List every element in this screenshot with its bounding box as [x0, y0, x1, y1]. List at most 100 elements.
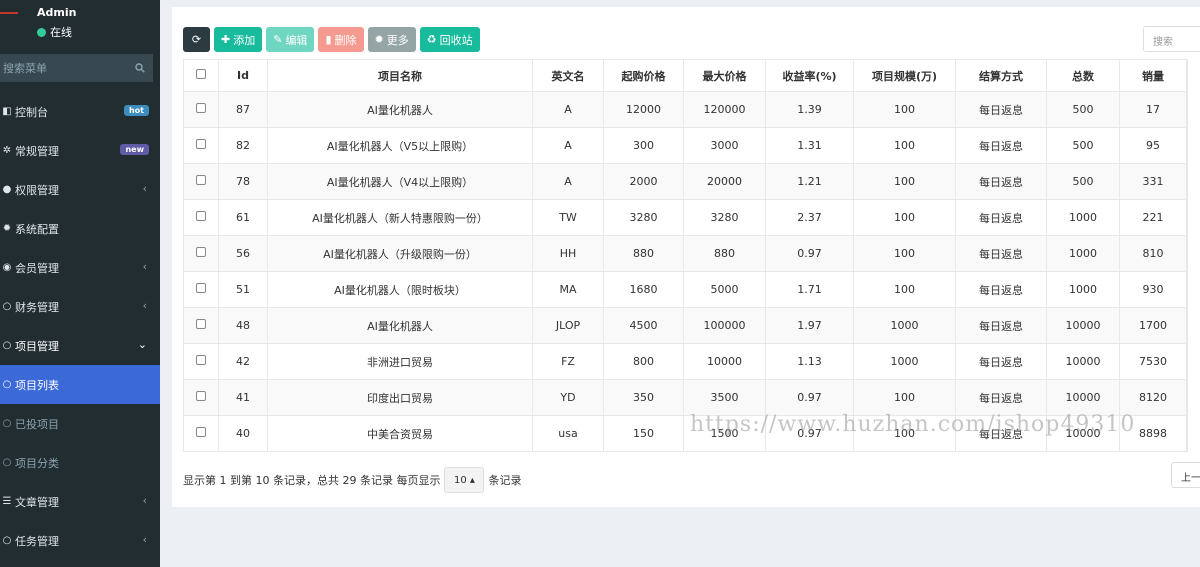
- sidebar-item-project-list[interactable]: ○ 项目列表: [0, 365, 160, 404]
- sidebar-item-general[interactable]: ✲ 常规管理 new: [0, 131, 160, 170]
- sidebar-item-categories[interactable]: ○ 项目分类: [0, 443, 160, 482]
- delete-button[interactable]: ▮ 删除: [318, 27, 364, 52]
- circle-icon: ○: [2, 457, 12, 468]
- table-cell: 880: [683, 235, 766, 272]
- sidebar-item-projects[interactable]: ○ 项目管理 ⌄: [0, 326, 160, 365]
- row-select-cell[interactable]: [183, 415, 219, 452]
- table-row[interactable]: 41 印度出口贸易 YD 350 3500 0.97 100 每日返息 10000 8120: [183, 379, 1188, 416]
- table-cell: 3500: [683, 379, 766, 416]
- refresh-button[interactable]: ⟳: [183, 27, 210, 52]
- more-button[interactable]: ✹ 更多: [367, 27, 416, 52]
- table-row[interactable]: 61 AI量化机器人（新人特惠限购一份） TW 3280 3280 2.37 100 每日返息…: [183, 199, 1188, 236]
- sidebar-item-invested[interactable]: ○ 已投项目: [0, 404, 160, 443]
- table-cell: 3000: [683, 127, 766, 164]
- row-checkbox[interactable]: [196, 103, 206, 113]
- column-header[interactable]: 项目规模(万): [853, 59, 956, 92]
- search-icon[interactable]: [135, 63, 145, 73]
- table-cell-overflow: [1186, 307, 1188, 344]
- table-row[interactable]: 51 AI量化机器人（限时板块） MA 1680 5000 1.71 100 每日返息 1000…: [183, 271, 1188, 308]
- row-select-cell[interactable]: [183, 307, 219, 344]
- row-select-cell[interactable]: [183, 199, 219, 236]
- sidebar-item-members[interactable]: ◉ 会员管理 ‹: [0, 248, 160, 287]
- row-checkbox[interactable]: [196, 355, 206, 365]
- table-cell: 100: [853, 379, 956, 416]
- table-cell-overflow: [1186, 271, 1188, 308]
- sidebar-item-permissions[interactable]: ● 权限管理 ‹: [0, 170, 160, 209]
- table-cell: 每日返息: [955, 199, 1047, 236]
- table-cell: AI量化机器人（新人特惠限购一份）: [267, 199, 533, 236]
- sidebar-item-articles[interactable]: ☰ 文章管理 ‹: [0, 482, 160, 521]
- table-cell: 880: [603, 235, 684, 272]
- table-cell: 非洲进口贸易: [267, 343, 533, 380]
- new-badge: new: [120, 144, 149, 155]
- sidebar-item-finance[interactable]: ○ 财务管理 ‹: [0, 287, 160, 326]
- circle-icon: ○: [2, 379, 12, 390]
- add-button[interactable]: ✚ 添加: [214, 27, 263, 52]
- select-all-checkbox[interactable]: [196, 69, 206, 79]
- table-row[interactable]: 82 AI量化机器人（V5以上限购） A 300 3000 1.31 100 每日返息 500 9…: [183, 127, 1188, 164]
- user-status-text: 在线: [50, 26, 72, 39]
- sidebar-item-tasks[interactable]: ○ 任务管理 ‹: [0, 521, 160, 560]
- sidebar-menu: ◧ 控制台 hot ✲ 常规管理 new ● 权限管理 ‹ ✹ 系统配置 ◉ 会…: [0, 92, 160, 560]
- sidebar-item-label: 任务管理: [15, 534, 59, 548]
- row-select-cell[interactable]: [183, 343, 219, 380]
- table-cell: 1.13: [765, 343, 854, 380]
- table-cell: TW: [532, 199, 604, 236]
- table-row[interactable]: 78 AI量化机器人（V4以上限购） A 2000 20000 1.21 100 每日返息 50…: [183, 163, 1188, 200]
- table-search-input[interactable]: 搜索: [1143, 26, 1200, 52]
- table-cell: AI量化机器人（升级限购一份）: [267, 235, 533, 272]
- row-select-cell[interactable]: [183, 127, 219, 164]
- table-cell: 1000: [1046, 271, 1120, 308]
- circle-icon: ○: [2, 340, 12, 351]
- pagination-info: 显示第 1 到第 10 条记录，总共 29 条记录 每页显示 10 ▴ 条记录: [183, 467, 521, 493]
- column-header[interactable]: 最大价格: [683, 59, 766, 92]
- table-row[interactable]: 42 非洲进口贸易 FZ 800 10000 1.13 1000 每日返息 10000 7530: [183, 343, 1188, 380]
- sidebar-item-system-config[interactable]: ✹ 系统配置: [0, 209, 160, 248]
- row-checkbox[interactable]: [196, 139, 206, 149]
- table-row[interactable]: 87 AI量化机器人 A 12000 120000 1.39 100 每日返息 500 17: [183, 91, 1188, 128]
- row-select-cell[interactable]: [183, 235, 219, 272]
- table-cell: 78: [218, 163, 268, 200]
- row-select-cell[interactable]: [183, 271, 219, 308]
- table-cell: 1.21: [765, 163, 854, 200]
- row-checkbox[interactable]: [196, 175, 206, 185]
- recycle-label: 回收站: [439, 33, 473, 47]
- row-checkbox[interactable]: [196, 391, 206, 401]
- table-cell: 每日返息: [955, 307, 1047, 344]
- edit-label: 编辑: [285, 33, 308, 47]
- row-checkbox[interactable]: [196, 211, 206, 221]
- column-header[interactable]: 结算方式: [955, 59, 1047, 92]
- column-header[interactable]: 项目名称: [267, 59, 533, 92]
- recycle-bin-button[interactable]: ♻ 回收站: [419, 27, 480, 52]
- sidebar-item-label: 项目列表: [15, 378, 59, 392]
- row-checkbox[interactable]: [196, 283, 206, 293]
- column-header[interactable]: 销量: [1119, 59, 1187, 92]
- row-select-cell[interactable]: [183, 379, 219, 416]
- sidebar-search-input[interactable]: 搜索菜单: [0, 54, 153, 82]
- column-header[interactable]: Id: [218, 59, 268, 92]
- row-select-cell[interactable]: [183, 91, 219, 128]
- table-cell: 500: [1046, 91, 1120, 128]
- table-row[interactable]: 56 AI量化机器人（升级限购一份） HH 880 880 0.97 100 每日返息 1000…: [183, 235, 1188, 272]
- records-summary: 显示第 1 到第 10 条记录，总共 29 条记录 每页显示: [183, 474, 441, 487]
- table-cell-overflow: [1186, 127, 1188, 164]
- sidebar-item-dashboard[interactable]: ◧ 控制台 hot: [0, 92, 160, 131]
- table-cell: 100: [853, 199, 956, 236]
- column-header[interactable]: 收益率(%): [765, 59, 854, 92]
- sidebar-item-label: 会员管理: [15, 261, 59, 275]
- previous-page-button[interactable]: 上一: [1171, 462, 1200, 488]
- column-header[interactable]: 起购价格: [603, 59, 684, 92]
- page-size-dropdown[interactable]: 10 ▴: [444, 467, 485, 493]
- edit-button[interactable]: ✎ 编辑: [266, 27, 315, 52]
- row-checkbox[interactable]: [196, 319, 206, 329]
- select-all-cell[interactable]: [183, 59, 219, 92]
- column-header[interactable]: 英文名: [532, 59, 604, 92]
- table-row[interactable]: 48 AI量化机器人 JLOP 4500 100000 1.97 1000 每日返息 10000…: [183, 307, 1188, 344]
- row-select-cell[interactable]: [183, 163, 219, 200]
- table-cell: AI量化机器人: [267, 91, 533, 128]
- column-header[interactable]: 总数: [1046, 59, 1120, 92]
- row-checkbox[interactable]: [196, 427, 206, 437]
- refresh-icon: ⟳: [191, 33, 202, 46]
- table-cell: 10000: [1046, 379, 1120, 416]
- row-checkbox[interactable]: [196, 247, 206, 257]
